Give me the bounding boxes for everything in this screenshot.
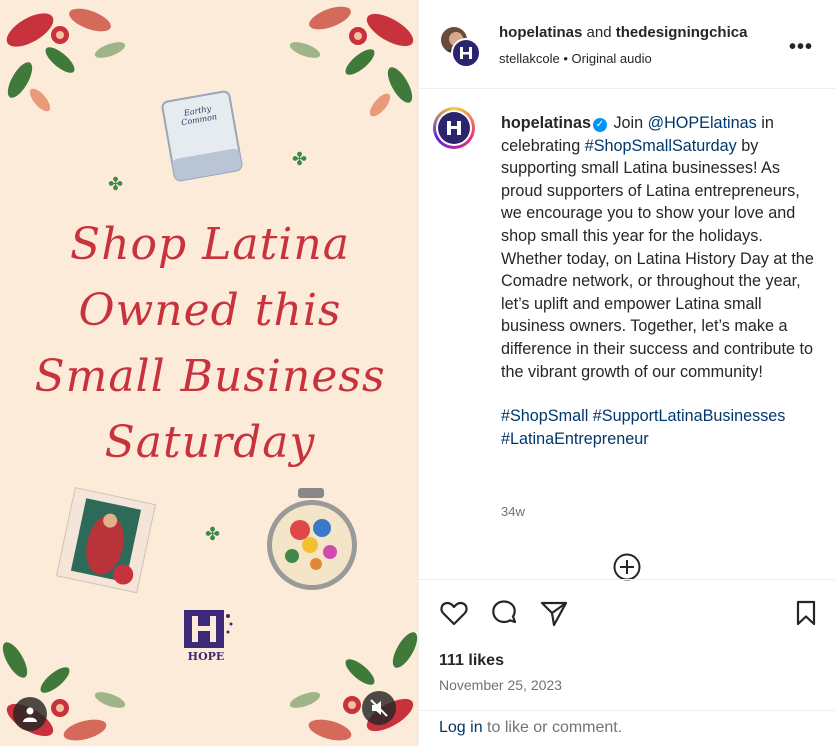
separator: • (563, 51, 568, 66)
and-text: and (586, 24, 612, 41)
verified-badge-icon: ✓ (592, 118, 607, 132)
collab-usernames: hopelatinas and thedesigningchica (499, 24, 779, 41)
like-heart-icon[interactable] (439, 598, 469, 628)
media-title-line: Small Business (34, 351, 386, 402)
media-title-line: Owned this (78, 285, 342, 336)
tagged-users-button[interactable] (13, 697, 47, 731)
post-header: hopelatinas and thedesigningchica stella… (419, 0, 836, 89)
post-date[interactable]: November 25, 2023 (439, 677, 562, 693)
svg-text:✤: ✤ (292, 149, 307, 169)
audio-author-link[interactable]: stellakcole (499, 51, 560, 66)
caption-username[interactable]: hopelatinas (501, 114, 591, 132)
speaker-muted-icon (370, 699, 388, 717)
original-audio-link[interactable]: Original audio (572, 51, 652, 66)
flower-bottom-left (2, 642, 126, 741)
share-icon[interactable] (539, 598, 569, 628)
flower-top-right (289, 6, 414, 117)
person-icon (23, 707, 37, 722)
save-bookmark-icon[interactable] (791, 598, 821, 628)
mute-toggle-button[interactable] (362, 691, 396, 725)
post-caption: hopelatinas ✓ Join @HOPElatinas in celebr… (501, 112, 821, 450)
login-prompt: Log in to like or comment. (419, 710, 836, 746)
login-link[interactable]: Log in (439, 719, 483, 736)
comment-icon[interactable] (489, 598, 519, 628)
hashtag-link[interactable]: #ShopSmallSaturday (585, 137, 737, 155)
post-media[interactable]: ✤ ✤ ✤ Earthy Common Shop Latina Owned th… (0, 0, 418, 746)
username-link[interactable]: thedesigningchica (616, 24, 748, 41)
mention-link[interactable]: @HOPElatinas (648, 114, 757, 132)
caption-text: by supporting small Latina businesses! A… (501, 136, 814, 381)
load-more-comments-icon[interactable] (612, 552, 642, 582)
hope-logo-text: HOPE (187, 650, 225, 663)
caption-text: Join (608, 114, 648, 132)
hashtag-link[interactable]: #SupportLatinaBusinesses (593, 407, 786, 425)
hope-logo-icon (447, 121, 461, 135)
candle-image: Earthy Common (157, 86, 247, 186)
audio-info: stellakcole • Original audio (499, 51, 652, 66)
username-link[interactable]: hopelatinas (499, 24, 582, 41)
compact-mirror-image (267, 488, 357, 590)
svg-text:✤: ✤ (108, 174, 123, 194)
flower-top-left (6, 8, 126, 112)
media-title: Shop Latina Owned this Small Business Sa… (18, 212, 402, 476)
svg-text:✤: ✤ (205, 524, 220, 544)
sticker-image (55, 487, 157, 594)
post-actions: 111 likes November 25, 2023 Log in to li… (419, 579, 836, 746)
post-side-panel: hopelatinas and thedesigningchica stella… (418, 0, 836, 746)
more-options-button[interactable]: ••• (789, 36, 813, 59)
login-prompt-text: to like or comment. (482, 719, 623, 736)
hope-logo: HOPE (176, 606, 236, 663)
likes-count[interactable]: 111 likes (439, 652, 504, 670)
hashtag-link[interactable]: #LatinaEntrepreneur (501, 430, 649, 448)
hashtag-link[interactable]: #ShopSmall (501, 407, 588, 425)
hashtag-list: #ShopSmall #SupportLatinaBusinesses #Lat… (501, 405, 821, 450)
media-title-line: Saturday (104, 417, 316, 468)
flower-bottom-right (289, 632, 418, 741)
avatar[interactable] (451, 38, 481, 68)
avatar[interactable] (433, 107, 475, 149)
caption-timestamp[interactable]: 34w (501, 504, 525, 519)
media-title-line: Shop Latina (70, 219, 350, 270)
